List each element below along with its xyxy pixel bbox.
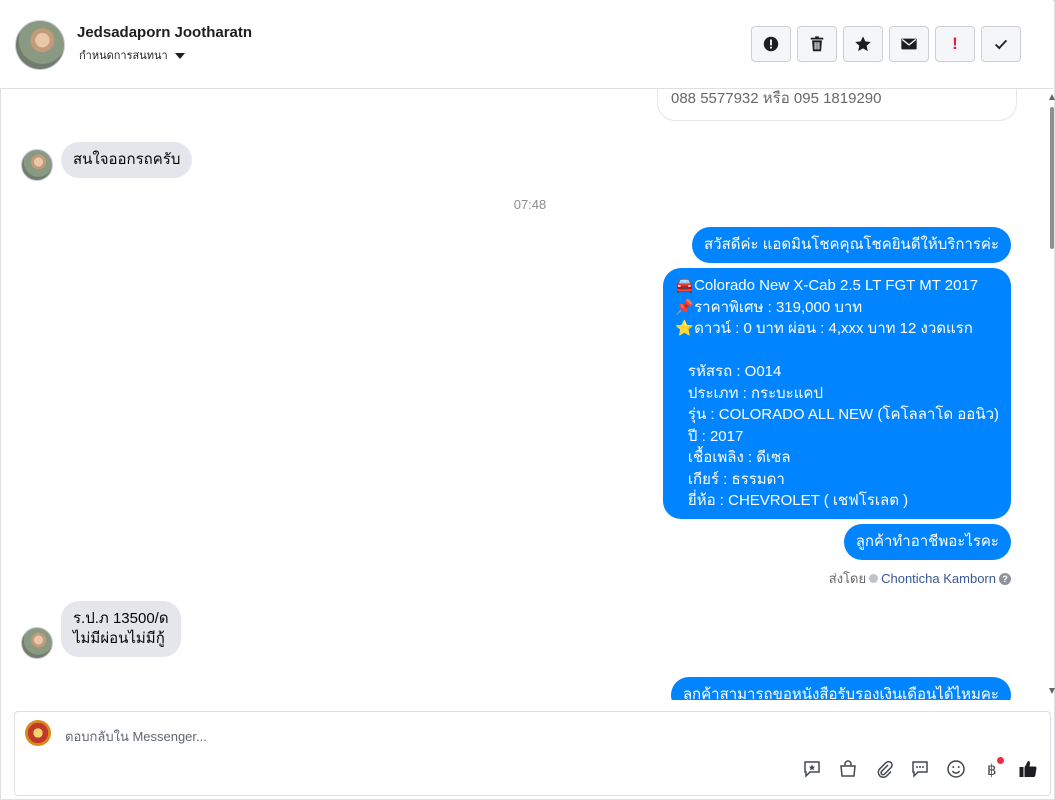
mark-unread-button[interactable]: [889, 26, 929, 62]
mark-important-button[interactable]: !: [935, 26, 975, 62]
outgoing-message[interactable]: สวัสดีค่ะ แอดมินโชคคุณโชคยินดีให้บริการค…: [691, 227, 1011, 263]
reply-input[interactable]: ตอบกลับใน Messenger...: [65, 726, 207, 747]
message-timestamp: 07:48: [513, 197, 547, 212]
reply-composer[interactable]: ตอบกลับใน Messenger... ฿: [14, 711, 1051, 796]
check-icon: [994, 39, 1008, 50]
attachment-icon: [877, 760, 893, 779]
assign-conversation-dropdown[interactable]: กำหนดการสนทนา: [79, 46, 185, 64]
scroll-up-arrow-icon[interactable]: [1049, 94, 1055, 100]
scroll-down-arrow-icon[interactable]: [1049, 688, 1055, 694]
delete-button[interactable]: [797, 26, 837, 62]
outgoing-message[interactable]: 🚘Colorado New X-Cab 2.5 LT FGT MT 2017 📌…: [663, 268, 1011, 519]
send-like-button[interactable]: [1016, 757, 1040, 781]
composer-toolbar: ฿: [800, 757, 1040, 781]
incoming-message[interactable]: ร.ป.ภ 13500/ด ไม่มีผ่อนไม่มีกู้: [61, 601, 181, 657]
spam-icon: [763, 36, 779, 52]
outgoing-message[interactable]: ลูกค้าสามารถขอหนังสือรับรองเงินเดือนได้ไ…: [670, 677, 1011, 700]
thumbs-up-icon: [1019, 761, 1037, 778]
saved-reply-button[interactable]: [800, 757, 824, 781]
outgoing-message[interactable]: ลูกค้าทำอาชีพอะไรคะ: [843, 524, 1011, 560]
caret-down-icon: [174, 53, 185, 60]
contact-name[interactable]: Jedsadaporn Jootharatn: [77, 24, 252, 41]
help-icon[interactable]: ?: [999, 572, 1011, 585]
sent-by-agent-link[interactable]: Chonticha Kamborn: [881, 571, 996, 586]
mark-done-button[interactable]: [981, 26, 1021, 62]
emoji-icon: [947, 760, 965, 778]
emoji-button[interactable]: [944, 757, 968, 781]
conversation-header: Jedsadaporn Jootharatn กำหนดการสนทนา !: [0, 0, 1053, 89]
scrollbar-thumb[interactable]: [1050, 107, 1054, 249]
shop-button[interactable]: [836, 757, 860, 781]
incoming-message[interactable]: สนใจออกรถครับ: [61, 142, 193, 178]
quick-reply-button[interactable]: [908, 757, 932, 781]
verified-icon: [869, 574, 879, 583]
star-button[interactable]: [843, 26, 883, 62]
star-icon: [855, 36, 871, 52]
message-icon: [912, 761, 928, 778]
saved-reply-icon: [804, 761, 820, 778]
assign-label: กำหนดการสนทนา: [79, 50, 168, 62]
message-thread[interactable]: 088 5577932 หรือ 095 1819290 สนใจออกรถคร…: [0, 89, 1047, 700]
important-icon: !: [952, 34, 958, 53]
previous-message-bubble: 088 5577932 หรือ 095 1819290: [657, 89, 1017, 121]
contact-avatar-small: [21, 627, 53, 659]
mark-spam-button[interactable]: [751, 26, 791, 62]
trash-icon: [810, 36, 824, 52]
page-avatar: [25, 720, 51, 746]
contact-avatar[interactable]: [15, 20, 65, 70]
envelope-icon: [901, 38, 917, 50]
attach-file-button[interactable]: [872, 757, 896, 781]
sent-by-info: ส่งโดย Chonticha Kamborn ?: [829, 568, 1011, 589]
conversation-actions: !: [751, 26, 1021, 62]
shop-icon: [840, 760, 856, 777]
svg-text:฿: ฿: [987, 761, 997, 779]
sent-by-label: ส่งโดย: [828, 571, 867, 586]
payment-button[interactable]: ฿: [980, 757, 1004, 781]
notification-dot: [997, 757, 1004, 764]
contact-avatar-small: [21, 149, 53, 181]
previous-message-text: 088 5577932 หรือ 095 1819290: [671, 90, 882, 107]
